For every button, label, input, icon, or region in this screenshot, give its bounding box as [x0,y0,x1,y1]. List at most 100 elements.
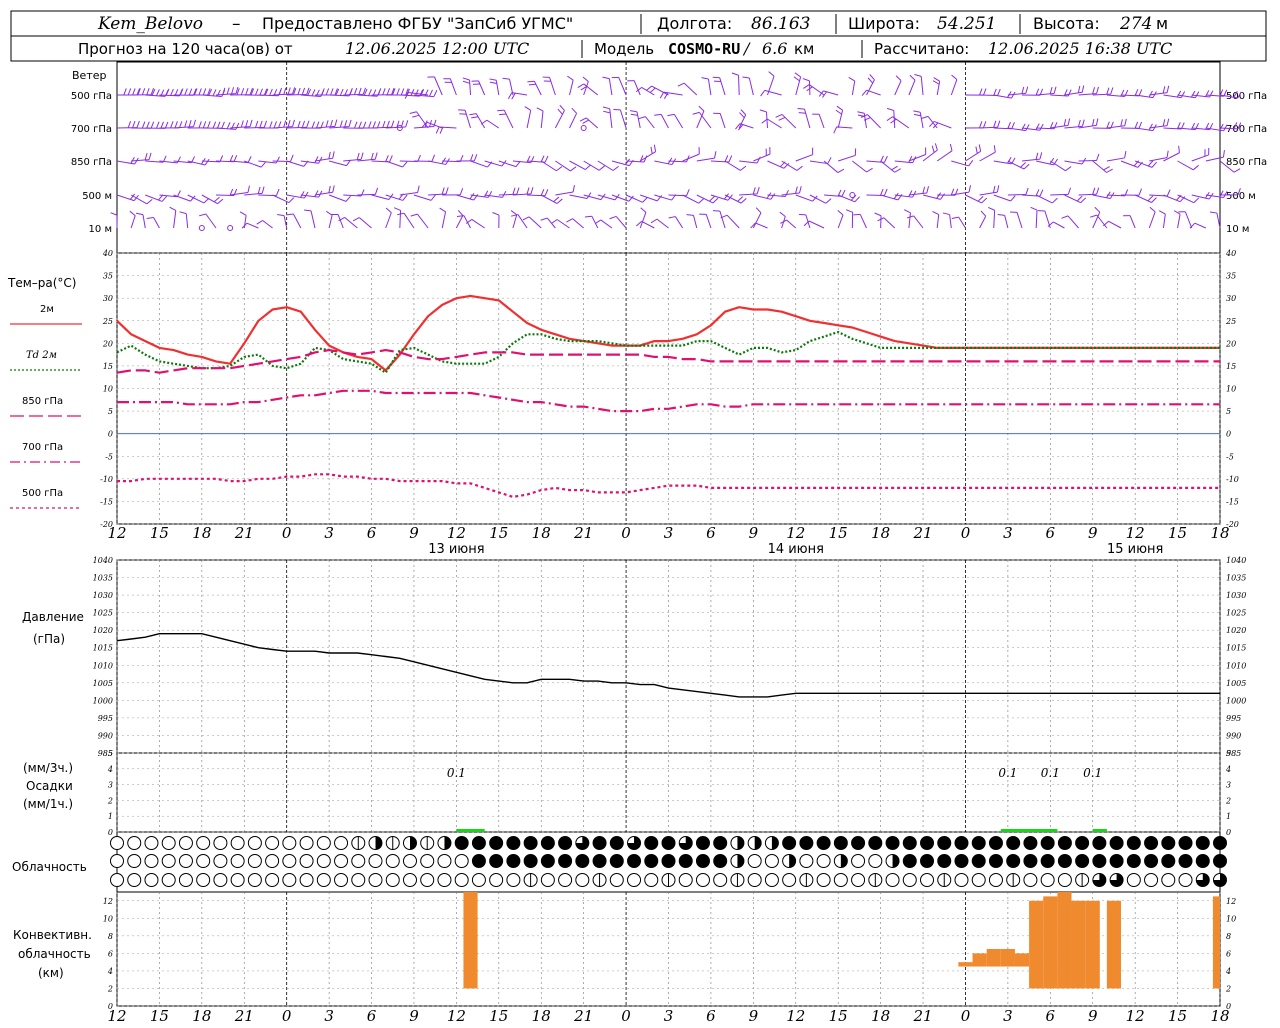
wind-barb-shaft [634,81,640,95]
wind-barb-feather [349,120,351,127]
wind-barb-feather [170,207,176,210]
wind-level-label: 700 гПа [71,124,112,135]
wind-barb-feather [1068,119,1069,126]
cloud-symbol-fill [576,855,589,868]
wind-barb-feather [982,198,987,203]
wind-barb-feather [741,110,746,115]
wind-barb-shaft [131,195,147,204]
wind-barb-feather [375,188,377,195]
cloud-symbol-fill [783,837,796,850]
convective-cloud-plot [463,892,1220,988]
cloud-symbol [386,855,399,868]
cloud-symbol [645,874,658,887]
y-tick-label: 10 [103,385,113,394]
wind-barb-feather [264,121,266,128]
precip-bar [1093,829,1107,832]
wind-barb-feather [1040,190,1043,196]
wind-barb-feather [988,207,994,210]
y-tick-label: 1025 [1226,609,1246,618]
convective-bar [463,892,477,988]
convective-bar [1001,949,1015,967]
wind-barb-shaft [959,217,966,228]
wind-barb-shaft [669,161,687,162]
y-tick-label: 990 [98,731,113,740]
wind-barb-shaft [782,193,800,195]
wind-barb-feather [248,156,251,162]
wind-barb-feather [914,75,921,77]
cloud-symbol-fill [955,855,968,868]
wind-barb-shaft [1195,223,1206,228]
wind-barb-feather [585,216,592,217]
hour-tick-label: 3 [664,1007,674,1024]
wind-barb-feather [585,165,590,170]
wind-barb-feather [481,120,487,124]
wind-barb-feather [545,156,548,162]
wind-barb-shaft [400,210,401,228]
wind-barb-feather [935,143,937,150]
precip-bar [1001,829,1058,832]
wind-barb-shaft [654,195,671,200]
wind-barb-feather [240,212,246,215]
cloud-symbol-fill [472,837,485,850]
hour-tick-label: 18 [192,1007,211,1024]
wind-barb-shaft [417,112,429,128]
cloud-symbol [1127,874,1140,887]
wind-barb-shaft [805,109,810,128]
y-tick-label: 4 [1225,967,1231,976]
hour-tick-label: 21 [912,1007,932,1024]
y-tick-label: 5 [108,749,113,758]
wind-barb-shaft [810,195,826,203]
wind-barb-feather [312,122,315,129]
wind-barb-feather [1031,207,1037,210]
wind-barb-feather [1193,165,1198,169]
lon-label: Долгота: [657,14,732,33]
wind-barb-feather [412,115,419,117]
hour-tick-label: 3 [1003,1007,1013,1024]
cloud-symbol [128,837,141,850]
cloud-symbol [455,874,468,887]
cloud-symbol [128,855,141,868]
wind-barb-shaft [1008,161,1024,169]
wind-barb-shaft [894,111,895,128]
wind-barb-shaft [1109,221,1121,228]
cloud-symbol-fill [662,837,675,850]
wind-barb-feather [345,120,347,127]
wind-barb-feather [333,185,334,192]
wind-barb-feather [1234,169,1240,173]
wind-barb-feather [145,153,147,160]
station-name: Kem_Belovo [97,14,203,34]
hour-tick-label: 15 [1168,1007,1187,1024]
wind-barb-feather [1163,86,1165,93]
wind-barb-feather [111,213,118,216]
lat-value: 54.251 [937,14,996,34]
y-tick-label: 1020 [93,626,113,635]
wind-barb-feather [246,88,248,95]
wind-barb-feather [525,107,531,111]
wind-barb-feather [403,195,407,200]
wind-barb-feather [994,121,996,128]
cloud-symbol-fill [490,855,503,868]
wind-barb-shaft [645,117,654,128]
cloud-symbol [248,837,261,850]
wind-barb-shaft [386,161,403,167]
model-resolution-unit: км [794,40,814,58]
wind-barb-shaft [485,161,502,166]
wind-barb-feather [796,187,798,194]
wind-barb-shaft [311,211,315,228]
cloud-symbol-fill [737,837,744,850]
wind-barb-feather [527,81,534,82]
wind-barb-feather [1026,124,1029,130]
wind-level-label: 850 гПа [71,157,112,168]
wind-barb-feather [994,145,995,152]
wind-barb-feather [868,78,873,83]
hour-tick-label: 15 [1168,524,1187,542]
wind-barb-feather [580,118,586,121]
cloud-symbol-fill [662,855,675,868]
cloud-symbol [817,855,830,868]
cloud-symbol-fill [903,837,916,850]
wind-barb-shaft [386,213,392,228]
wind-barb-feather [779,117,785,120]
wind-barb-shaft [725,195,741,203]
hour-tick-label: 18 [871,524,890,542]
wind-barb-feather [133,121,135,128]
